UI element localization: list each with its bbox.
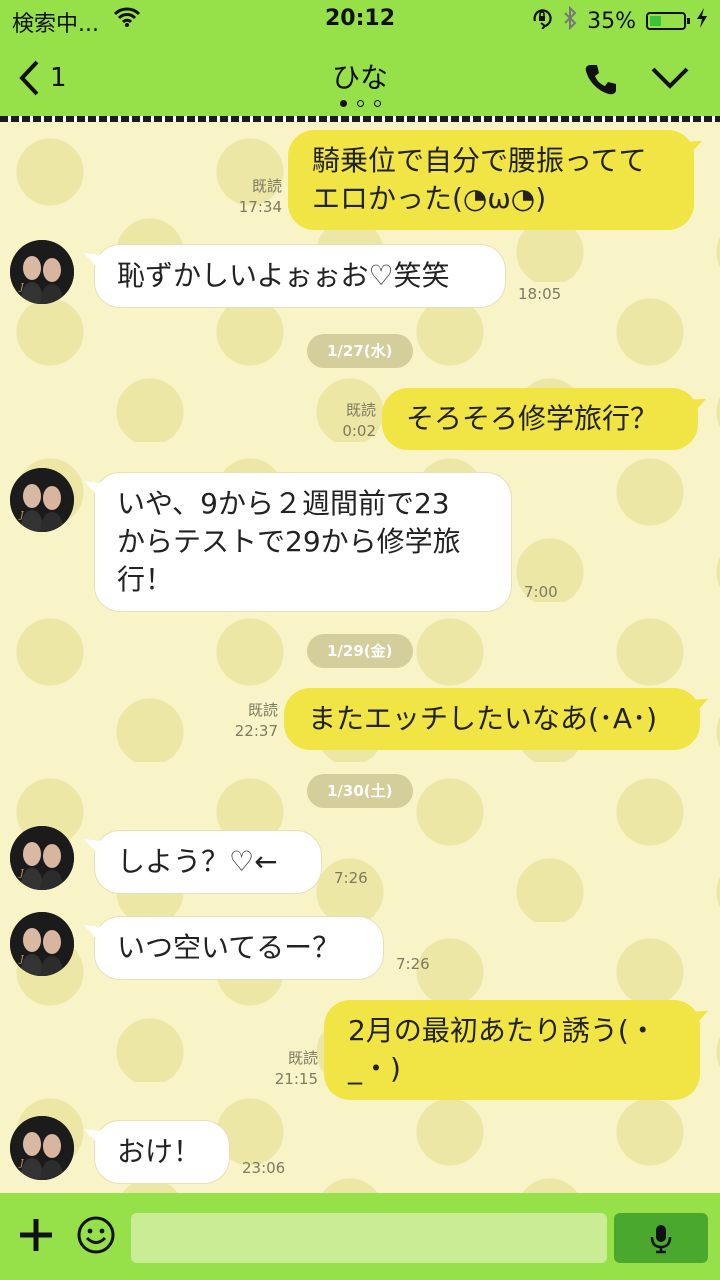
plus-icon: [20, 1219, 52, 1251]
avatar[interactable]: J: [10, 826, 74, 890]
date-separator: 1/30(土): [307, 774, 413, 808]
page-dot: [356, 100, 364, 107]
read-receipt: 既読: [247, 701, 278, 719]
read-receipt: 既読: [287, 1049, 318, 1067]
date-separator: 1/29(金): [307, 634, 413, 668]
message-time: 7:00: [524, 583, 558, 601]
message-time: 22:37: [234, 722, 278, 740]
page-indicator: [0, 100, 720, 107]
message-time: 0:02: [342, 422, 376, 440]
date-separator: 1/27(水): [307, 334, 413, 368]
chat-header: 1 ひな: [0, 40, 720, 116]
attach-button[interactable]: [18, 1217, 54, 1257]
status-bar: 検索中... 20:12 35%: [0, 0, 720, 40]
received-message-bubble[interactable]: しよう？♡←: [94, 830, 322, 894]
read-receipt: 既読: [345, 401, 376, 419]
battery-icon: [646, 12, 690, 30]
sent-message-bubble[interactable]: 騎乗位で自分で腰振ってて エロかった(◔ω◔): [288, 130, 694, 230]
avatar[interactable]: J: [10, 468, 74, 532]
avatar[interactable]: J: [10, 240, 74, 304]
input-bar: [0, 1193, 720, 1280]
message-meta: 23:06: [242, 1158, 285, 1179]
battery-percent: 35%: [587, 8, 636, 34]
received-message-bubble[interactable]: いつ空いてるー？: [94, 916, 384, 980]
sent-message-bubble[interactable]: 2月の最初あたり誘う(・ _・): [324, 1000, 700, 1100]
chat-area[interactable]: 騎乗位で自分で腰振ってて エロかった(◔ω◔) 既読 17:34 恥ずかしいよぉぉお♡…: [0, 122, 720, 1193]
message-time: 21:15: [274, 1070, 318, 1088]
message-time: 7:26: [334, 869, 368, 887]
received-message-bubble[interactable]: 恥ずかしいよぉぉお♡笑笑: [94, 244, 506, 308]
message-time: 23:06: [242, 1159, 286, 1177]
page-dot: [373, 100, 381, 107]
menu-toggle-button[interactable]: [650, 66, 690, 94]
message-time: 18:05: [518, 285, 562, 303]
message-meta: 既読 17:34: [239, 176, 282, 218]
page-dot: [339, 100, 347, 107]
rotation-lock-icon: [531, 7, 553, 35]
message-input[interactable]: [131, 1213, 607, 1263]
emoji-icon: [77, 1216, 115, 1254]
sent-message-bubble[interactable]: そろそろ修学旅行？: [382, 388, 698, 450]
read-receipt: 既読: [251, 177, 282, 195]
chevron-down-icon: [651, 67, 689, 89]
avatar[interactable]: J: [10, 1116, 74, 1180]
message-meta: 既読 0:02: [342, 400, 376, 442]
message-meta: 18:05: [518, 284, 561, 305]
message-meta: 7:26: [396, 954, 430, 975]
message-meta: 既読 22:37: [235, 700, 278, 742]
message-meta: 既読 21:15: [275, 1048, 318, 1090]
message-meta: 7:00: [524, 582, 558, 603]
received-message-bubble[interactable]: おけ！: [94, 1120, 230, 1184]
bluetooth-icon: [563, 5, 577, 36]
message-time: 7:26: [396, 955, 430, 973]
charging-icon: [696, 8, 708, 34]
received-message-bubble[interactable]: いや、9から２週間前で23 からテストで29から修学旅 行！: [94, 472, 512, 612]
avatar[interactable]: J: [10, 912, 74, 976]
voice-button[interactable]: [614, 1213, 708, 1263]
emoji-button[interactable]: [76, 1215, 116, 1259]
message-meta: 7:26: [334, 868, 368, 889]
call-button[interactable]: [584, 62, 618, 100]
sent-message-bubble[interactable]: またエッチしたいなあ(･A･): [284, 688, 700, 750]
mic-icon: [650, 1225, 672, 1254]
phone-icon: [585, 65, 616, 95]
message-time: 17:34: [238, 198, 282, 216]
